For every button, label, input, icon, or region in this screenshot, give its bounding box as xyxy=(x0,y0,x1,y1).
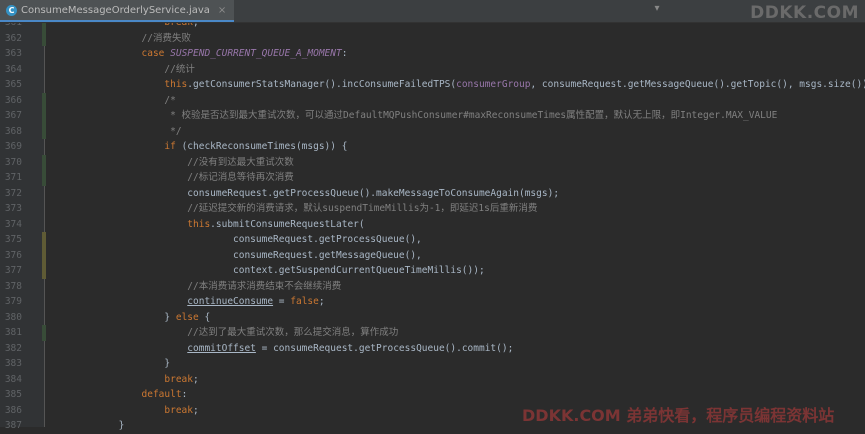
code-line[interactable]: 384 break; xyxy=(0,372,865,388)
code-line[interactable]: 366 /* xyxy=(0,92,865,108)
code-line[interactable]: 365 this.getConsumerStatsManager().incCo… xyxy=(0,77,865,93)
line-number: 379 xyxy=(4,296,22,307)
vcs-added-marker xyxy=(42,30,46,46)
watermark-top: DDKK.COM xyxy=(750,3,859,23)
code-line[interactable]: 372 consumeRequest.getProcessQueue().mak… xyxy=(0,186,865,202)
code-text: //达到了最大重试次数，那么提交消息，算作成功 xyxy=(187,327,399,338)
code-line[interactable]: 371 //标记消息等待再次消费 xyxy=(0,170,865,186)
watermark-bottom: DDKK.COM 弟弟快看，程序员编程资料站 xyxy=(522,406,835,425)
tab-title: ConsumeMessageOrderlyService.java xyxy=(21,4,210,16)
line-number: 385 xyxy=(4,389,22,400)
code-text: this.getConsumerStatsManager().incConsum… xyxy=(164,79,865,90)
vcs-modified-marker xyxy=(42,232,46,248)
code-line[interactable]: 380 } else { xyxy=(0,310,865,326)
close-icon[interactable]: × xyxy=(218,5,226,16)
code-text: /* xyxy=(164,94,176,106)
vcs-added-marker xyxy=(42,92,46,108)
code-text: //延迟提交新的消费请求，默认suspendTimeMillis为-1，即延迟1… xyxy=(187,203,538,214)
code-line[interactable]: 378 //本消费请求消费结束不会继续消费 xyxy=(0,279,865,295)
line-number: 381 xyxy=(4,327,22,338)
code-text: * 校验是否达到最大重试次数，可以通过DefaultMQPushConsumer… xyxy=(170,110,778,121)
code-line[interactable]: 376 consumeRequest.getMessageQueue(), xyxy=(0,247,865,263)
code-line[interactable]: 373 //延迟提交新的消费请求，默认suspendTimeMillis为-1，… xyxy=(0,201,865,217)
java-class-icon: C xyxy=(6,4,17,16)
line-number: 373 xyxy=(4,203,22,214)
code-line[interactable]: 368 */ xyxy=(0,123,865,139)
code-text: context.getSuspendCurrentQueueTimeMillis… xyxy=(50,265,485,276)
line-number: 384 xyxy=(4,373,22,385)
code-text: consumeRequest.getProcessQueue().makeMes… xyxy=(50,187,560,199)
line-number: 363 xyxy=(4,48,22,59)
code-text: //标记消息等待再次消费 xyxy=(187,172,294,183)
vcs-added-marker xyxy=(42,154,46,170)
code-line[interactable]: 367 * 校验是否达到最大重试次数，可以通过DefaultMQPushCons… xyxy=(0,108,865,124)
line-number: 365 xyxy=(4,79,22,90)
code-text: //统计 xyxy=(164,63,195,75)
tab-list-icon[interactable]: ▾ xyxy=(650,2,664,16)
code-text: } else { xyxy=(50,311,211,323)
code-text: } xyxy=(50,420,125,431)
line-number: 362 xyxy=(4,32,22,44)
code-text: this.submitConsumeRequestLater( xyxy=(187,218,365,230)
code-text: } xyxy=(50,358,171,369)
line-number: 375 xyxy=(4,234,22,245)
vcs-added-marker xyxy=(42,325,46,341)
code-line[interactable]: 382 commitOffset = consumeRequest.getPro… xyxy=(0,341,865,357)
line-number: 371 xyxy=(4,172,22,183)
code-text: commitOffset = consumeRequest.getProcess… xyxy=(187,342,514,354)
editor-tab[interactable]: C ConsumeMessageOrderlyService.java × xyxy=(0,0,235,22)
code-text: continueConsume = false; xyxy=(187,296,325,307)
code-text: break; xyxy=(164,404,199,416)
code-line[interactable]: 377 context.getSuspendCurrentQueueTimeMi… xyxy=(0,263,865,279)
code-line[interactable]: 363 case SUSPEND_CURRENT_QUEUE_A_MOMENT: xyxy=(0,46,865,62)
vcs-added-marker xyxy=(42,108,46,124)
code-text: consumeRequest.getMessageQueue(), xyxy=(50,249,422,261)
code-text: //消费失败 xyxy=(141,32,191,44)
code-line[interactable]: 375 consumeRequest.getProcessQueue(), xyxy=(0,232,865,248)
code-line[interactable]: 381 //达到了最大重试次数，那么提交消息，算作成功 xyxy=(0,325,865,341)
line-number: 380 xyxy=(4,311,22,323)
code-text: //本消费请求消费结束不会继续消费 xyxy=(187,280,342,292)
line-number: 366 xyxy=(4,94,22,106)
line-number: 377 xyxy=(4,265,22,276)
code-line[interactable]: 370 //没有到达最大重试次数 xyxy=(0,154,865,170)
code-line[interactable]: 383 } xyxy=(0,356,865,372)
line-number: 383 xyxy=(4,358,22,369)
code-text: consumeRequest.getProcessQueue(), xyxy=(50,234,422,245)
line-number: 386 xyxy=(4,404,22,416)
line-number: 376 xyxy=(4,249,22,261)
line-number: 372 xyxy=(4,187,22,199)
line-number: 387 xyxy=(4,420,22,431)
code-text: case SUSPEND_CURRENT_QUEUE_A_MOMENT: xyxy=(141,48,348,59)
code-line[interactable]: 362 //消费失败 xyxy=(0,30,865,46)
editor-tab-bar: C ConsumeMessageOrderlyService.java × ▾ xyxy=(0,0,865,23)
vcs-added-marker xyxy=(42,123,46,139)
code-line[interactable]: 364 //统计 xyxy=(0,62,865,78)
line-number: 370 xyxy=(4,156,22,168)
code-line[interactable]: 369 if (checkReconsumeTimes(msgs)) { xyxy=(0,139,865,155)
vcs-modified-marker xyxy=(42,247,46,263)
code-line[interactable]: 385 default: xyxy=(0,387,865,403)
vcs-added-marker xyxy=(42,170,46,186)
code-text: //没有到达最大重试次数 xyxy=(187,156,294,168)
line-number: 369 xyxy=(4,141,22,152)
code-text: break; xyxy=(164,373,199,385)
code-line[interactable]: 374 this.submitConsumeRequestLater( xyxy=(0,217,865,233)
line-number: 382 xyxy=(4,342,22,354)
line-number: 368 xyxy=(4,125,22,137)
code-text: if (checkReconsumeTimes(msgs)) { xyxy=(164,141,348,152)
line-number: 367 xyxy=(4,110,22,121)
line-number: 364 xyxy=(4,63,22,75)
line-number: 374 xyxy=(4,218,22,230)
code-text: */ xyxy=(170,125,182,137)
code-line[interactable]: 379 continueConsume = false; xyxy=(0,294,865,310)
line-number: 378 xyxy=(4,280,22,292)
vcs-modified-marker xyxy=(42,263,46,279)
code-text: default: xyxy=(141,389,188,400)
